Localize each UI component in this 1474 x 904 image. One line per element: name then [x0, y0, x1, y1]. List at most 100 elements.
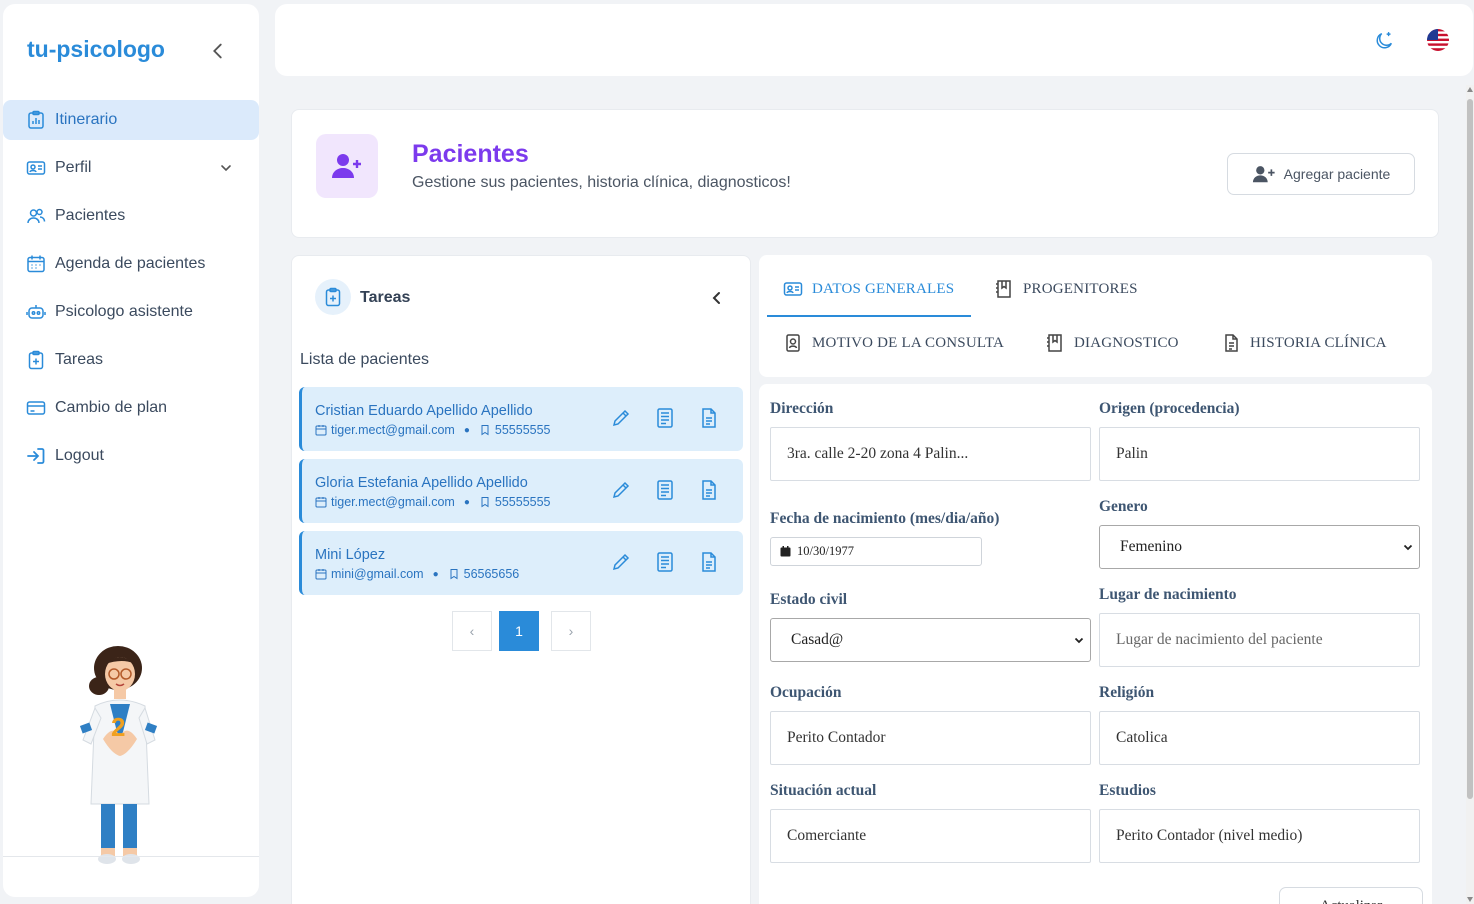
direccion-field[interactable]: 3ra. calle 2-20 zona 4 Palin... [770, 427, 1091, 481]
us-flag-icon[interactable] [1427, 29, 1449, 51]
edit-pencil-icon[interactable] [610, 551, 632, 573]
calendar-small-icon [315, 424, 327, 436]
clipboard-plus-icon [315, 279, 351, 315]
robot-icon [26, 302, 46, 322]
credit-card-icon [26, 398, 46, 418]
estudios-field[interactable]: Perito Contador (nivel medio) [1099, 809, 1420, 863]
situacion-actual-field[interactable]: Comerciante [770, 809, 1091, 863]
sidebar-item-label: Psicologo asistente [55, 303, 193, 320]
calendar-small-icon [315, 568, 327, 580]
sidebar-item-label: Perfil [55, 159, 92, 176]
document-icon[interactable] [698, 479, 720, 501]
list-item[interactable]: Mini López mini@gmail.com ● 56565656 [299, 531, 743, 595]
page-scrollbar[interactable] [1466, 85, 1474, 904]
sidebar-item-label: Cambio de plan [55, 399, 168, 416]
separator-dot: ● [463, 424, 470, 436]
tasks-title: Tareas [360, 289, 411, 306]
patient-email: tiger.mect@gmail.com [331, 495, 455, 509]
scroll-down-arrow-icon[interactable] [1467, 897, 1473, 902]
scrollbar-thumb[interactable] [1467, 99, 1473, 799]
tab-label: HISTORIA CLÍNICA [1250, 334, 1387, 351]
edit-pencil-icon[interactable] [610, 479, 632, 501]
birthdate-value: 10/30/1977 [797, 544, 854, 558]
document-icon [1221, 333, 1241, 353]
patient-phone: 55555555 [494, 423, 551, 437]
sidebar-item-tareas[interactable]: Tareas [3, 340, 259, 380]
patient-name[interactable]: Gloria Estefania Apellido Apellido [315, 475, 528, 491]
pagination-prev-button[interactable]: ‹ [452, 611, 492, 651]
religion-field[interactable]: Catolica [1099, 711, 1420, 765]
active-tab-indicator [767, 315, 971, 317]
genero-select[interactable]: Femenino [1099, 525, 1420, 569]
fecha-nacimiento-label: Fecha de nacimiento (mes/dia/año) [770, 510, 1000, 527]
pagination-next-button[interactable]: › [551, 611, 591, 651]
list-item[interactable]: Gloria Estefania Apellido Apellido tiger… [299, 459, 743, 523]
logout-icon [26, 446, 46, 466]
genero-selected: Femenino [1120, 538, 1182, 555]
patient-tabs: DATOS GENERALES PROGENITORES MOTIVO DE L… [759, 255, 1432, 377]
origen-field[interactable]: Palin [1099, 427, 1420, 481]
patient-name[interactable]: Mini López [315, 547, 385, 563]
document-icon[interactable] [698, 551, 720, 573]
religion-label: Religión [1099, 684, 1155, 701]
lugar-nacimiento-field[interactable]: Lugar de nacimiento del paciente [1099, 613, 1420, 667]
sidebar-nav: Itinerario Perfil Pacientes Agenda de pa… [3, 100, 259, 484]
sidebar-item-psicologo-asistente[interactable]: Psicologo asistente [3, 292, 259, 332]
estudios-label: Estudios [1099, 782, 1156, 799]
sidebar-item-perfil[interactable]: Perfil [3, 148, 259, 188]
sidebar-item-logout[interactable]: Logout [3, 436, 259, 476]
chevron-down-icon [1403, 542, 1413, 552]
chevron-down-icon[interactable] [219, 161, 233, 175]
sidebar-item-cambio-de-plan[interactable]: Cambio de plan [3, 388, 259, 428]
tab-datos-generales[interactable]: DATOS GENERALES [783, 279, 954, 299]
user-plus-icon [1252, 164, 1276, 184]
general-data-form: Dirección 3ra. calle 2-20 zona 4 Palin..… [759, 384, 1432, 904]
birthdate-field[interactable]: 10/30/1977 [770, 537, 982, 566]
bookmark-icon [479, 496, 491, 508]
patients-list-title: Lista de pacientes [300, 351, 429, 368]
moon-icon[interactable] [1373, 30, 1395, 52]
book-icon [1045, 333, 1065, 353]
update-button[interactable]: Actualizar [1279, 887, 1423, 904]
sidebar-item-agenda[interactable]: Agenda de pacientes [3, 244, 259, 284]
estado-civil-label: Estado civil [770, 591, 848, 608]
tab-motivo-de-la-consulta[interactable]: MOTIVO DE LA CONSULTA [783, 333, 1004, 353]
tab-historia-clinica[interactable]: HISTORIA CLÍNICA [1221, 333, 1387, 353]
estado-civil-select[interactable]: Casad@ [770, 618, 1091, 662]
user-plus-icon [316, 134, 378, 198]
genero-label: Genero [1099, 498, 1148, 515]
pagination-page-button[interactable]: 1 [499, 611, 539, 651]
patient-name[interactable]: Cristian Eduardo Apellido Apellido [315, 403, 533, 419]
collapse-sidebar-chevron-icon[interactable] [207, 40, 229, 62]
sidebar-item-pacientes[interactable]: Pacientes [3, 196, 259, 236]
sidebar-item-label: Agenda de pacientes [55, 255, 206, 272]
patient-phone: 55555555 [494, 495, 551, 509]
ocupacion-label: Ocupación [770, 684, 842, 701]
top-bar [275, 4, 1473, 76]
direccion-label: Dirección [770, 400, 834, 417]
notes-list-icon[interactable] [654, 407, 676, 429]
tab-diagnostico[interactable]: DIAGNOSTICO [1045, 333, 1179, 353]
notes-list-icon[interactable] [654, 551, 676, 573]
patient-meta: tiger.mect@gmail.com ● 55555555 [315, 423, 551, 437]
patient-phone: 56565656 [463, 567, 520, 581]
add-patient-button[interactable]: Agregar paciente [1227, 153, 1415, 195]
ocupacion-field[interactable]: Perito Contador [770, 711, 1091, 765]
scroll-up-arrow-icon[interactable] [1467, 87, 1473, 92]
svg-text:2: 2 [111, 712, 125, 742]
list-item[interactable]: Cristian Eduardo Apellido Apellido tiger… [299, 387, 743, 451]
document-icon[interactable] [698, 407, 720, 429]
chevron-left-icon[interactable] [708, 289, 726, 307]
edit-pencil-icon[interactable] [610, 407, 632, 429]
estado-civil-selected: Casad@ [791, 631, 844, 648]
patient-meta: mini@gmail.com ● 56565656 [315, 567, 519, 581]
sidebar-item-label: Tareas [55, 351, 104, 368]
sidebar: tu-psicologo Itinerario Perfil Pacientes [3, 4, 259, 897]
notes-list-icon[interactable] [654, 479, 676, 501]
tab-progenitores[interactable]: PROGENITORES [994, 279, 1138, 299]
sidebar-item-label: Pacientes [55, 207, 126, 224]
sidebar-item-itinerario[interactable]: Itinerario [3, 100, 259, 140]
profile-card-icon [26, 158, 46, 178]
brand-logo[interactable]: tu-psicologo [27, 36, 165, 63]
clipboard-plus-icon [26, 350, 46, 370]
